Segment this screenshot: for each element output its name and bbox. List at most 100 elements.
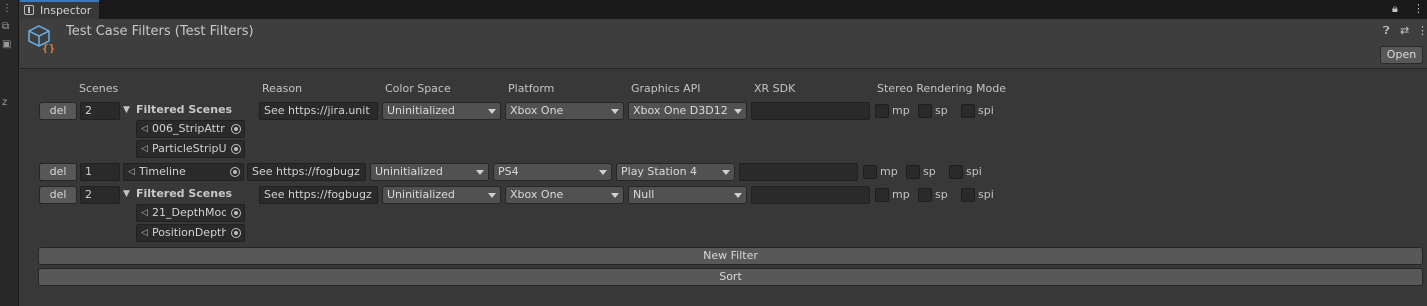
- platform-dropdown[interactable]: Xbox One: [505, 186, 624, 204]
- chevron-down-icon: [734, 193, 742, 198]
- scene-count-field[interactable]: 1: [80, 163, 120, 181]
- script-asset-icon: {}: [28, 25, 54, 53]
- color-space-dropdown[interactable]: Uninitialized: [382, 186, 501, 204]
- handle-icon: z: [2, 97, 8, 108]
- left-dock-strip: ⋮ ⧉ ▣ z: [0, 0, 19, 306]
- delete-button[interactable]: del: [39, 186, 77, 204]
- color-space-value: Uninitialized: [387, 104, 455, 117]
- scene-object-field[interactable]: ◁ Timeline: [123, 163, 244, 181]
- scene-count-field[interactable]: 2: [80, 102, 120, 120]
- graphics-api-value: Null: [633, 188, 655, 201]
- lock-icon[interactable]: 🔒︎: [1392, 2, 1398, 16]
- sp-label: sp: [935, 104, 948, 117]
- column-header-xr-sdk: XR SDK: [754, 82, 796, 95]
- new-filter-button[interactable]: New Filter: [38, 247, 1423, 265]
- more-menu-icon[interactable]: ⋮: [2, 4, 12, 14]
- tab-bar: Inspector 🔒︎ ⋮: [20, 0, 1427, 19]
- filtered-scenes-foldout[interactable]: Filtered Scenes: [136, 187, 232, 200]
- scene-name: Timeline: [139, 165, 186, 178]
- svg-text:{}: {}: [42, 42, 54, 53]
- column-header-platform: Platform: [508, 82, 555, 95]
- column-header-reason: Reason: [262, 82, 303, 95]
- xr-sdk-field[interactable]: [739, 163, 858, 181]
- help-icon[interactable]: ❓︎: [1383, 24, 1390, 38]
- object-picker-icon[interactable]: [230, 167, 240, 177]
- graphics-api-dropdown[interactable]: Play Station 4: [616, 163, 735, 181]
- column-header-color-space: Color Space: [385, 82, 451, 95]
- color-space-value: Uninitialized: [387, 188, 455, 201]
- color-space-value: Uninitialized: [375, 165, 443, 178]
- foldout-arrow-icon[interactable]: ▼: [123, 189, 130, 199]
- object-picker-icon[interactable]: [231, 228, 241, 238]
- scene-icon: ◁: [141, 124, 148, 134]
- delete-button[interactable]: del: [39, 102, 77, 120]
- sp-label: sp: [935, 188, 948, 201]
- platform-value: Xbox One: [510, 188, 564, 201]
- platform-dropdown[interactable]: Xbox One: [505, 102, 624, 120]
- graphics-api-dropdown[interactable]: Xbox One D3D12: [628, 102, 747, 120]
- scene-name: PositionDepth: [152, 226, 226, 239]
- chevron-down-icon: [611, 109, 619, 114]
- spi-label: spi: [966, 165, 982, 178]
- xr-sdk-field[interactable]: [751, 186, 870, 204]
- platform-value: Xbox One: [510, 104, 564, 117]
- foldout-arrow-icon[interactable]: ▼: [123, 105, 130, 115]
- spi-checkbox[interactable]: [961, 104, 975, 118]
- panel-icon[interactable]: ⧉: [2, 22, 9, 32]
- object-picker-icon[interactable]: [231, 208, 241, 218]
- column-header-stereo-mode: Stereo Rendering Mode: [877, 82, 1006, 95]
- scene-icon: ◁: [141, 208, 148, 218]
- open-button[interactable]: Open: [1380, 46, 1423, 64]
- mp-checkbox[interactable]: [875, 104, 889, 118]
- page-title: Test Case Filters (Test Filters): [66, 24, 254, 39]
- scene-name: ParticleStripU: [152, 142, 226, 155]
- chevron-down-icon: [611, 193, 619, 198]
- color-space-dropdown[interactable]: Uninitialized: [370, 163, 489, 181]
- column-header-graphics-api: Graphics API: [631, 82, 701, 95]
- inspector-icon: [24, 5, 34, 15]
- graphics-api-dropdown[interactable]: Null: [628, 186, 747, 204]
- tab-label: Inspector: [40, 4, 92, 17]
- scene-object-field[interactable]: ◁ 006_StripAttr: [136, 120, 245, 138]
- delete-button[interactable]: del: [39, 163, 77, 181]
- lock-icon[interactable]: ▣: [2, 40, 11, 50]
- chevron-down-icon: [722, 170, 730, 175]
- tab-inspector[interactable]: Inspector: [20, 0, 99, 19]
- reason-field[interactable]: See https://jira.unit: [259, 102, 378, 120]
- settings-icon[interactable]: ⇄: [1400, 24, 1409, 37]
- platform-dropdown[interactable]: PS4: [493, 163, 612, 181]
- scene-object-field[interactable]: ◁ 21_DepthMod: [136, 204, 245, 222]
- object-picker-icon[interactable]: [231, 144, 241, 154]
- xr-sdk-field[interactable]: [751, 102, 870, 120]
- scene-icon: ◁: [141, 144, 148, 154]
- more-menu-icon[interactable]: ⋮: [1417, 24, 1427, 37]
- sp-checkbox[interactable]: [918, 188, 932, 202]
- spi-label: spi: [978, 188, 994, 201]
- spi-checkbox[interactable]: [961, 188, 975, 202]
- spi-checkbox[interactable]: [949, 165, 963, 179]
- sp-checkbox[interactable]: [906, 165, 920, 179]
- color-space-dropdown[interactable]: Uninitialized: [382, 102, 501, 120]
- platform-value: PS4: [498, 165, 519, 178]
- reason-field[interactable]: See https://fogbugz: [247, 163, 366, 181]
- scene-icon: ◁: [128, 167, 135, 177]
- sp-label: sp: [923, 165, 936, 178]
- filtered-scenes-foldout[interactable]: Filtered Scenes: [136, 103, 232, 116]
- mp-label: mp: [892, 104, 910, 117]
- sp-checkbox[interactable]: [918, 104, 932, 118]
- mp-checkbox[interactable]: [863, 165, 877, 179]
- reason-field[interactable]: See https://fogbugz: [259, 186, 378, 204]
- chevron-down-icon: [488, 109, 496, 114]
- scene-count-field[interactable]: 2: [80, 186, 120, 204]
- more-menu-icon[interactable]: ⋮: [1413, 2, 1424, 15]
- graphics-api-value: Play Station 4: [621, 165, 698, 178]
- scene-object-field[interactable]: ◁ ParticleStripU: [136, 140, 245, 158]
- scene-object-field[interactable]: ◁ PositionDepth: [136, 224, 245, 242]
- column-header-scenes: Scenes: [79, 82, 119, 95]
- object-picker-icon[interactable]: [231, 124, 241, 134]
- sort-button[interactable]: Sort: [38, 268, 1423, 286]
- mp-checkbox[interactable]: [875, 188, 889, 202]
- mp-label: mp: [880, 165, 898, 178]
- mp-label: mp: [892, 188, 910, 201]
- inspector-header: {} Test Case Filters (Test Filters) ❓︎ ⇄…: [20, 19, 1427, 69]
